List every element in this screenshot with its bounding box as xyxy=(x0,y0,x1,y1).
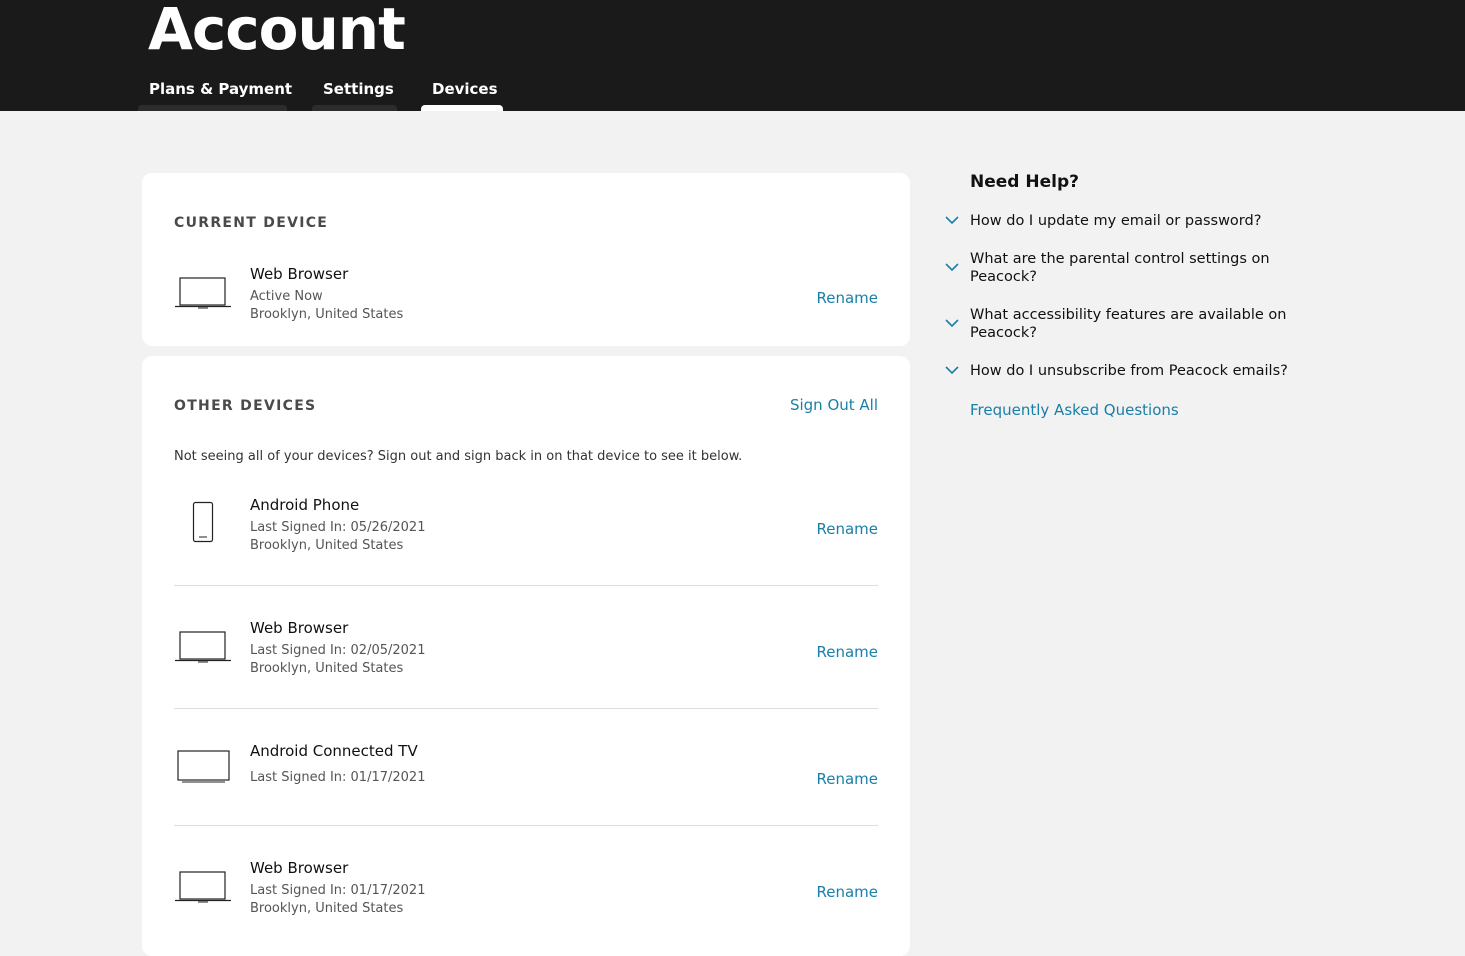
chevron-down-icon xyxy=(945,263,959,272)
laptop-icon xyxy=(175,631,231,663)
page-title: Account xyxy=(148,0,406,63)
device-status: Active Now xyxy=(250,289,323,304)
account-header: Account Plans & Payment Settings Devices xyxy=(0,0,1465,111)
device-name: Android Connected TV xyxy=(250,742,418,760)
tab-indicator xyxy=(138,105,287,111)
device-name: Android Phone xyxy=(250,496,360,514)
device-row: Web Browser Last Signed In: 02/05/2021 B… xyxy=(174,619,878,679)
current-device-title: CURRENT DEVICE xyxy=(174,215,329,231)
current-device-card: CURRENT DEVICE Web Browser Active Now Br… xyxy=(142,173,910,346)
tv-icon xyxy=(177,750,230,783)
device-name: Web Browser xyxy=(250,265,349,283)
faq-question: What are the parental control settings o… xyxy=(970,251,1270,285)
faq-link[interactable]: Frequently Asked Questions xyxy=(970,401,1179,419)
rename-button[interactable]: Rename xyxy=(816,520,878,538)
chevron-down-icon xyxy=(945,216,959,225)
tab-indicator xyxy=(312,105,397,111)
device-status: Last Signed In: 05/26/2021 xyxy=(250,520,426,535)
tab-label: Devices xyxy=(432,80,498,98)
device-name: Web Browser xyxy=(250,619,349,637)
rename-button[interactable]: Rename xyxy=(816,643,878,661)
rename-button[interactable]: Rename xyxy=(816,289,878,307)
chevron-down-icon xyxy=(945,319,959,328)
chevron-down-icon xyxy=(945,366,959,375)
device-row: Web Browser Active Now Brooklyn, United … xyxy=(174,265,878,325)
device-row: Android Connected TV Last Signed In: 01/… xyxy=(174,742,878,792)
help-title: Need Help? xyxy=(970,172,1079,192)
rename-button[interactable]: Rename xyxy=(816,883,878,901)
other-devices-card: OTHER DEVICES Sign Out All Not seeing al… xyxy=(142,356,910,956)
other-devices-title: OTHER DEVICES xyxy=(174,398,317,414)
laptop-icon xyxy=(175,871,231,903)
divider xyxy=(174,708,878,709)
divider xyxy=(174,585,878,586)
device-name: Web Browser xyxy=(250,859,349,877)
tab-devices[interactable]: Devices xyxy=(421,79,503,111)
laptop-icon xyxy=(175,277,231,309)
device-status: Last Signed In: 01/17/2021 xyxy=(250,883,426,898)
device-row: Web Browser Last Signed In: 01/17/2021 B… xyxy=(174,859,878,919)
faq-question: What accessibility features are availabl… xyxy=(970,307,1287,341)
device-location: Brooklyn, United States xyxy=(250,538,404,553)
device-status: Last Signed In: 02/05/2021 xyxy=(250,643,426,658)
device-location: Brooklyn, United States xyxy=(250,307,404,322)
divider xyxy=(174,825,878,826)
device-location: Brooklyn, United States xyxy=(250,661,404,676)
sign-out-all-button[interactable]: Sign Out All xyxy=(790,396,878,414)
tab-plans-payment[interactable]: Plans & Payment xyxy=(138,79,292,111)
rename-button[interactable]: Rename xyxy=(816,770,878,788)
faq-question: How do I update my email or password? xyxy=(970,213,1262,229)
device-row: Android Phone Last Signed In: 05/26/2021… xyxy=(174,496,878,556)
faq-question: How do I unsubscribe from Peacock emails… xyxy=(970,363,1288,379)
tab-settings[interactable]: Settings xyxy=(312,79,397,111)
tab-label: Plans & Payment xyxy=(149,80,293,98)
device-location: Brooklyn, United States xyxy=(250,901,404,916)
device-status: Last Signed In: 01/17/2021 xyxy=(250,770,426,785)
tab-label: Settings xyxy=(323,80,394,98)
tab-indicator-active xyxy=(421,105,503,111)
devices-notice: Not seeing all of your devices? Sign out… xyxy=(174,449,743,464)
phone-icon xyxy=(192,501,214,543)
